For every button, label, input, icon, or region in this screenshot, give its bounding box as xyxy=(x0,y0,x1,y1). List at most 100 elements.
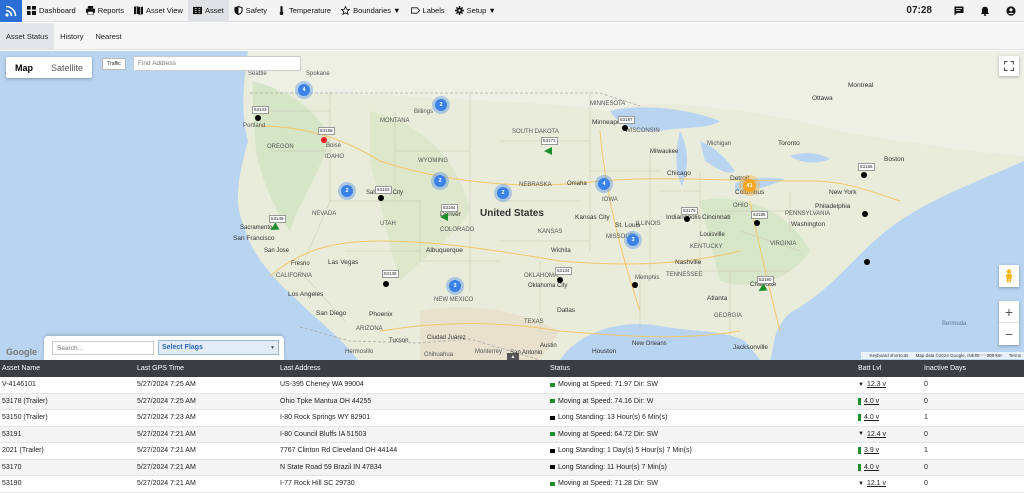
zoom-out-button[interactable]: − xyxy=(999,323,1019,345)
unit-marker[interactable] xyxy=(255,115,261,121)
column-header-status[interactable]: Status xyxy=(550,365,858,372)
zoom-in-button[interactable]: + xyxy=(999,301,1019,323)
battery-value[interactable]: 12.4 v xyxy=(867,431,886,438)
cell-asset-name[interactable]: 53150 (Trailer) xyxy=(0,414,137,421)
map-cluster[interactable]: 2 xyxy=(341,185,353,197)
app-logo-icon[interactable] xyxy=(0,0,22,22)
zoom-control: + − xyxy=(999,301,1019,345)
column-header-last-address[interactable]: Last Address xyxy=(280,365,550,372)
asset-filter-panel: Select Flags ▼ xyxy=(44,336,284,360)
unit-marker[interactable] xyxy=(321,137,327,143)
chevron-up-icon: ▲ xyxy=(510,353,516,360)
column-header-inactive-days[interactable]: Inactive Days xyxy=(924,365,1024,372)
nav-safety[interactable]: Safety xyxy=(229,0,272,22)
status-text: Long Standing: 11 Hour(s) 7 Min(s) xyxy=(558,463,667,471)
nav-dashboard[interactable]: Dashboard xyxy=(22,0,81,22)
tab-asset-status[interactable]: Asset Status xyxy=(0,22,55,50)
column-header-batt-lvl[interactable]: Batt Lvl xyxy=(858,365,924,372)
place-label: NEW MEXICO xyxy=(434,297,474,303)
table-row[interactable]: 53178 (Trailer) 5/27/2024 7:25 AM Ohio Tpk… xyxy=(0,393,1024,410)
map-cluster[interactable]: 2 xyxy=(434,175,446,187)
battery-value[interactable]: 12.3 v xyxy=(867,381,886,388)
map-cluster-large[interactable]: 41 xyxy=(743,179,756,192)
keyboard-shortcuts-link[interactable]: Keyboard shortcuts xyxy=(870,353,909,358)
select-flags-dropdown[interactable]: Select Flags ▼ xyxy=(158,340,279,355)
nav-labels[interactable]: Labels xyxy=(406,0,450,22)
cell-asset-name[interactable]: 53170 xyxy=(0,464,137,471)
unit-marker[interactable] xyxy=(622,125,628,131)
traffic-button[interactable]: Traffic xyxy=(102,58,126,70)
unit-marker[interactable] xyxy=(754,220,760,226)
unit-marker[interactable] xyxy=(632,282,638,288)
table-row[interactable]: 53170 5/27/2024 7:21 AM N State Road 59 Br… xyxy=(0,459,1024,476)
cell-inactive-days: 0 xyxy=(924,430,928,438)
map-type-satellite-button[interactable]: Satellite xyxy=(42,57,92,78)
map-background xyxy=(0,51,1024,360)
nav-asset-view[interactable]: Asset View xyxy=(129,0,188,22)
asset-map[interactable]: Seattle Spokane Billings Portland OREGON… xyxy=(0,51,1024,360)
unit-marker[interactable] xyxy=(383,281,389,287)
place-label: WYOMING xyxy=(418,158,448,164)
table-row[interactable]: 53150 (Trailer) 5/27/2024 7:23 AM I-80 Roc… xyxy=(0,410,1024,427)
cell-inactive-days: 0 xyxy=(924,397,928,405)
table-row[interactable]: V-4146101 5/27/2024 7:25 AM US-395 Cheney … xyxy=(0,377,1024,394)
map-cluster[interactable]: 4 xyxy=(598,178,610,190)
asset-search-input[interactable] xyxy=(52,341,154,355)
map-scale-label[interactable]: 200 km xyxy=(987,353,1002,358)
cell-last-address: I-80 Council Bluffs IA 51503 xyxy=(280,430,367,438)
unit-marker[interactable] xyxy=(378,195,384,201)
bell-icon xyxy=(980,6,990,16)
table-row[interactable]: 2021 (Trailer) 5/27/2024 7:21 AM 7767 Clin… xyxy=(0,443,1024,460)
thermometer-icon xyxy=(279,6,284,15)
battery-value[interactable]: 3.9 v xyxy=(864,447,879,454)
battery-value[interactable]: 4.0 v xyxy=(864,398,879,405)
column-header-asset-name[interactable]: Asset Name xyxy=(0,365,137,372)
user-account-button[interactable] xyxy=(998,0,1024,22)
tab-nearest[interactable]: Nearest xyxy=(89,23,127,50)
place-label: Cincinnati xyxy=(702,214,731,221)
moving-unit-arrow[interactable] xyxy=(440,213,448,221)
place-label: Washington xyxy=(791,221,826,228)
map-icon xyxy=(133,6,143,15)
unit-marker[interactable] xyxy=(684,216,690,222)
nav-setup[interactable]: Setup ▼ xyxy=(450,0,501,22)
cell-asset-name[interactable]: 53190 xyxy=(0,480,137,487)
find-address-input[interactable] xyxy=(133,56,301,71)
tab-history[interactable]: History xyxy=(54,23,89,50)
map-cluster[interactable]: 3 xyxy=(449,280,461,292)
unit-marker[interactable] xyxy=(864,259,870,265)
cell-asset-name[interactable]: V-4146101 xyxy=(0,381,137,388)
column-header-last-gps-time[interactable]: Last GPS Time xyxy=(137,365,280,372)
notifications-button[interactable] xyxy=(972,0,998,22)
unit-marker[interactable] xyxy=(557,277,563,283)
nav-reports[interactable]: Reports xyxy=(81,0,129,22)
table-row[interactable]: 53190 5/27/2024 7:21 AM I-77 Rock Hill SC … xyxy=(0,476,1024,493)
messages-button[interactable] xyxy=(946,0,972,22)
map-cluster[interactable]: 4 xyxy=(298,84,310,96)
fullscreen-button[interactable] xyxy=(999,56,1019,76)
map-cluster[interactable]: 2 xyxy=(497,187,509,199)
battery-value[interactable]: 12.1 v xyxy=(867,480,886,487)
place-label: Seattle xyxy=(248,71,267,77)
asset-icon xyxy=(192,6,202,15)
cell-asset-name[interactable]: 2021 (Trailer) xyxy=(0,447,137,454)
cell-asset-name[interactable]: 53178 (Trailer) xyxy=(0,398,137,405)
map-type-map-button[interactable]: Map xyxy=(6,57,42,78)
battery-value[interactable]: 4.0 v xyxy=(864,464,879,471)
place-label: Chihuahua xyxy=(424,352,454,358)
nav-asset[interactable]: Asset xyxy=(187,0,229,22)
street-view-button[interactable] xyxy=(999,265,1019,287)
map-cluster[interactable]: 3 xyxy=(627,234,639,246)
collapse-map-button[interactable]: ▲ xyxy=(507,353,519,360)
nav-temperature[interactable]: Temperature xyxy=(272,0,336,22)
place-label: New York xyxy=(829,189,857,196)
battery-value[interactable]: 4.0 v xyxy=(864,414,879,421)
map-cluster[interactable]: 2 xyxy=(435,99,447,111)
table-row[interactable]: 53191 5/27/2024 7:21 AM I-80 Council Bluff… xyxy=(0,426,1024,443)
unit-marker[interactable] xyxy=(861,172,867,178)
nav-boundaries[interactable]: Boundaries ▼ xyxy=(336,0,405,22)
terms-link[interactable]: Terms xyxy=(1009,353,1021,358)
unit-marker[interactable] xyxy=(862,211,868,217)
cell-asset-name[interactable]: 53191 xyxy=(0,431,137,438)
moving-unit-arrow[interactable] xyxy=(544,147,552,155)
